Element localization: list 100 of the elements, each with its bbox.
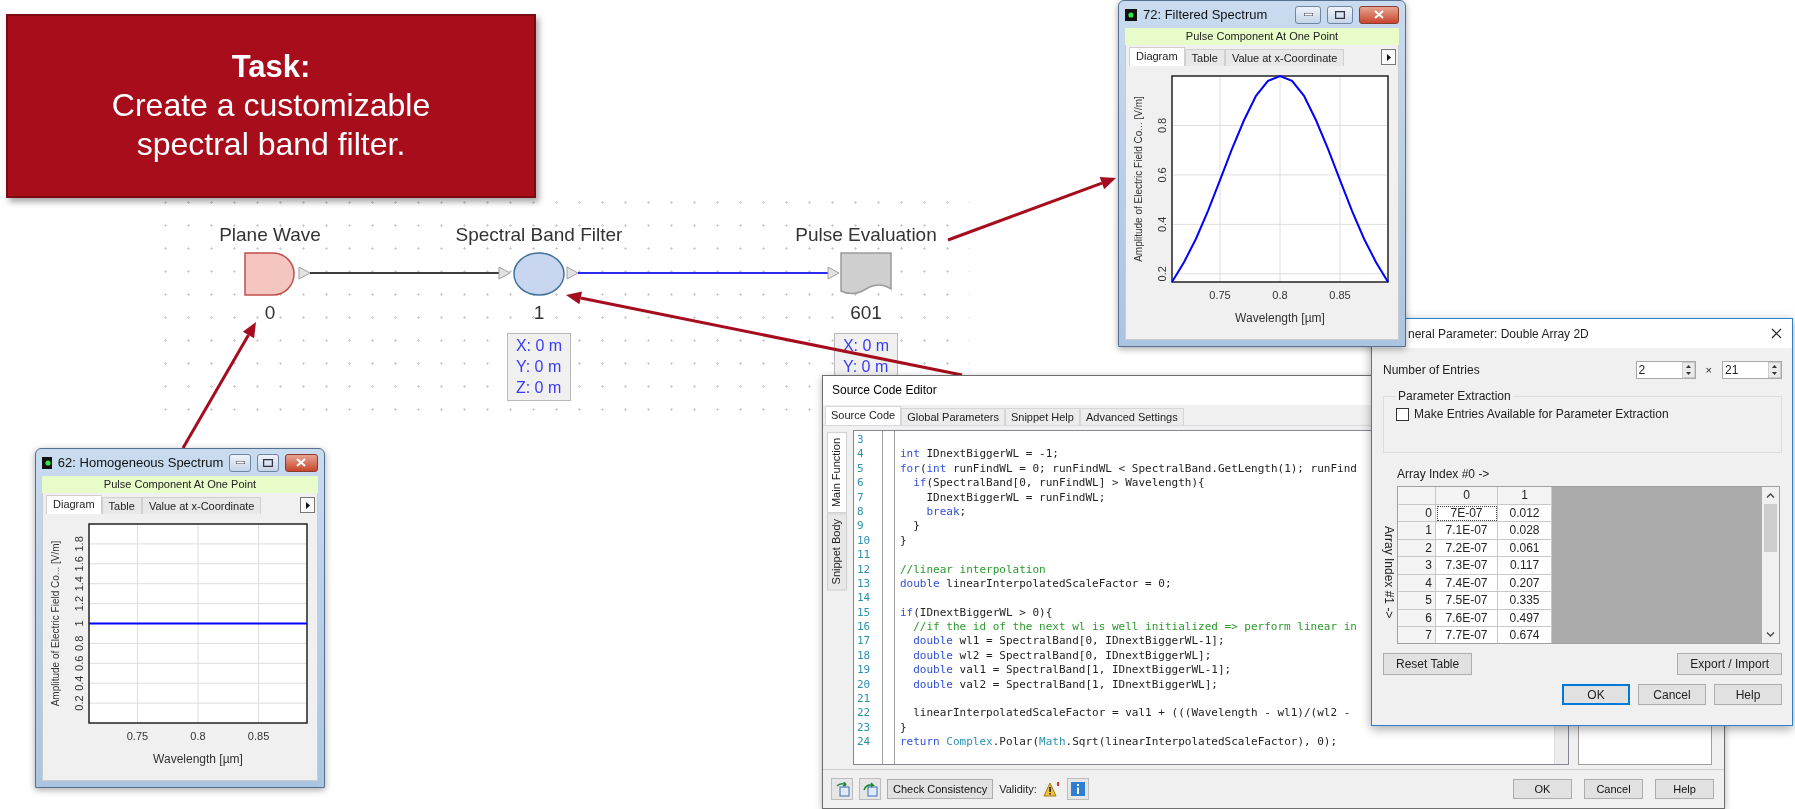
tab[interactable]: Table — [1184, 49, 1225, 66]
line-number: 18 — [856, 648, 872, 664]
line-number: 8 — [856, 504, 865, 520]
side-tab[interactable]: Snippet Body — [827, 513, 847, 591]
tick-label: 0.85 — [247, 730, 270, 742]
dialog-button[interactable]: Cancel — [1584, 779, 1643, 799]
tab[interactable]: Value at x-Coordinate — [1224, 49, 1345, 66]
dialog-button[interactable]: Cancel — [1638, 684, 1706, 705]
table-cell[interactable]: 0.028 — [1498, 522, 1552, 540]
corner-header — [1398, 487, 1436, 505]
number-field[interactable]: 2 — [1635, 361, 1696, 379]
coordinate-label: X: 0 m — [842, 336, 890, 356]
tick-label: 0.8 — [73, 635, 85, 652]
node-number: 1 — [533, 301, 545, 325]
dialog-button[interactable]: Help — [1714, 684, 1782, 705]
task-heading: Task: — [231, 48, 311, 86]
maximize-button[interactable] — [1327, 5, 1353, 24]
tick-label: 1.4 — [73, 576, 85, 592]
axis-title: Wavelength [µm] — [153, 752, 243, 766]
line-number: 4 — [856, 447, 865, 462]
info-bar: Pulse Component At One Point — [42, 476, 318, 493]
check-consistency-button[interactable]: Check Consistency — [887, 779, 994, 799]
toolbar-button[interactable] — [859, 778, 881, 800]
tab-scroll-button[interactable] — [300, 497, 315, 513]
axis-label: Array Index #1 -> — [1383, 525, 1396, 621]
line-number: 16 — [856, 620, 872, 635]
task-text: Create a customizable spectral band filter. — [110, 86, 432, 164]
toolbar-button[interactable] — [831, 778, 853, 800]
coordinate-label: X: 0 m — [515, 336, 563, 356]
close-button[interactable] — [1359, 5, 1399, 24]
code-line: if(SpectralBand[0, runFindWL] > Wavelength){ — [912, 476, 1206, 491]
dialog-button[interactable]: OK — [1562, 684, 1630, 705]
code-line: linearInterpolatedScaleFactor = val1 + (((Wavelength - wl1)/(wl2 - — [912, 706, 1352, 721]
close-icon — [296, 458, 307, 467]
dialog-button[interactable]: OK — [1513, 779, 1572, 799]
tab[interactable]: Advanced Settings — [1079, 408, 1184, 425]
code-line: double val2 = SpectralBand[1, IDnextBiggerWL]; — [912, 677, 1219, 693]
code-line: double wl2 = SpectralBand[0, IDnextBiggerWL]; — [912, 648, 1213, 664]
export-import-button[interactable]: Export / Import — [1677, 653, 1782, 675]
table-cell[interactable]: 0.117 — [1498, 557, 1552, 575]
table-cell[interactable]: 0.674 — [1498, 627, 1552, 643]
tab[interactable]: Table — [101, 497, 142, 514]
row-header: 5 — [1398, 592, 1436, 610]
axis-title: Amplitude of Electric Field Co... [V/m] — [50, 540, 61, 707]
table-cell[interactable]: 7.3E-07 — [1436, 557, 1498, 575]
line-number: 9 — [856, 519, 865, 534]
close-icon[interactable] — [1771, 328, 1782, 339]
tab[interactable]: Diagram — [1129, 47, 1185, 66]
tick-label: 1.2 — [73, 595, 85, 612]
checkbox[interactable] — [1396, 407, 1409, 421]
tick-label: 1.8 — [73, 536, 85, 552]
tick-label: 1 — [73, 620, 85, 627]
tick-label: 0.4 — [1156, 216, 1168, 233]
tick-label: 1.6 — [73, 556, 85, 572]
table-cell[interactable]: 0.335 — [1498, 592, 1552, 610]
tab[interactable]: Source Code — [825, 406, 902, 425]
table-cell[interactable]: 7.7E-07 — [1436, 627, 1498, 643]
detector-node-shape[interactable] — [840, 252, 892, 295]
code-line: return Complex.Polar(Math.Sqrt(linearInterpolatedScaleFactor), 0); — [900, 735, 1339, 750]
table-cell[interactable]: 7.5E-07 — [1436, 592, 1498, 610]
code-line: } — [912, 519, 921, 534]
tab[interactable]: Value at x-Coordinate — [141, 497, 262, 514]
info-button[interactable] — [1066, 778, 1089, 800]
reset-table-button[interactable]: Reset Table — [1383, 653, 1473, 675]
scrollbar[interactable] — [1762, 487, 1779, 643]
minimize-button[interactable] — [1295, 5, 1321, 24]
code-line: if(IDnextBiggerWL > 0){ — [900, 605, 1054, 621]
info-bar: Pulse Component At One Point — [1125, 28, 1399, 45]
tab[interactable]: Diagram — [46, 495, 102, 514]
side-tab[interactable]: Main Function — [827, 432, 847, 514]
node-number: 601 — [850, 301, 882, 325]
maximize-button[interactable] — [257, 453, 279, 472]
document-arrow-icon — [834, 781, 850, 797]
scroll-thumb[interactable] — [1764, 504, 1777, 552]
tab[interactable]: Global Parameters — [901, 408, 1005, 425]
number-field[interactable]: 21 — [1722, 361, 1782, 379]
close-button[interactable] — [284, 453, 318, 472]
line-number: 15 — [856, 605, 872, 621]
tick-label: 0.75 — [126, 730, 149, 742]
code-line: double val1 = SpectralBand[1, IDnextBiggerWL-1]; — [912, 663, 1233, 678]
tab-scroll-button[interactable] — [1381, 49, 1396, 65]
dialog-button[interactable]: Help — [1655, 779, 1714, 799]
table-cell[interactable]: 7.1E-07 — [1436, 522, 1498, 540]
document-arrow-icon — [862, 781, 878, 797]
triangle-icon — [305, 501, 310, 509]
coordinate-label: Y: 0 m — [515, 357, 563, 377]
info-icon — [1070, 782, 1085, 796]
window-title: Source Code Editor — [832, 382, 937, 399]
source-node-shape[interactable] — [244, 252, 295, 296]
spinner-icon — [1768, 362, 1781, 378]
code-line: for(int runFindWL = 0; runFindWL < SpectralBand.GetLength(1); runFind — [900, 461, 1357, 477]
filter-node-shape[interactable] — [513, 252, 565, 296]
tick-label: 0.8 — [1272, 289, 1288, 301]
line-number: 20 — [856, 677, 872, 693]
minimize-button[interactable] — [229, 453, 252, 472]
times-sign: × — [1705, 364, 1712, 376]
line-number: 3 — [856, 433, 865, 448]
tab[interactable]: Snippet Help — [1004, 408, 1080, 425]
code-line: double linearInterpolatedScaleFactor = 0; — [900, 576, 1173, 592]
line-number: 6 — [856, 476, 865, 491]
